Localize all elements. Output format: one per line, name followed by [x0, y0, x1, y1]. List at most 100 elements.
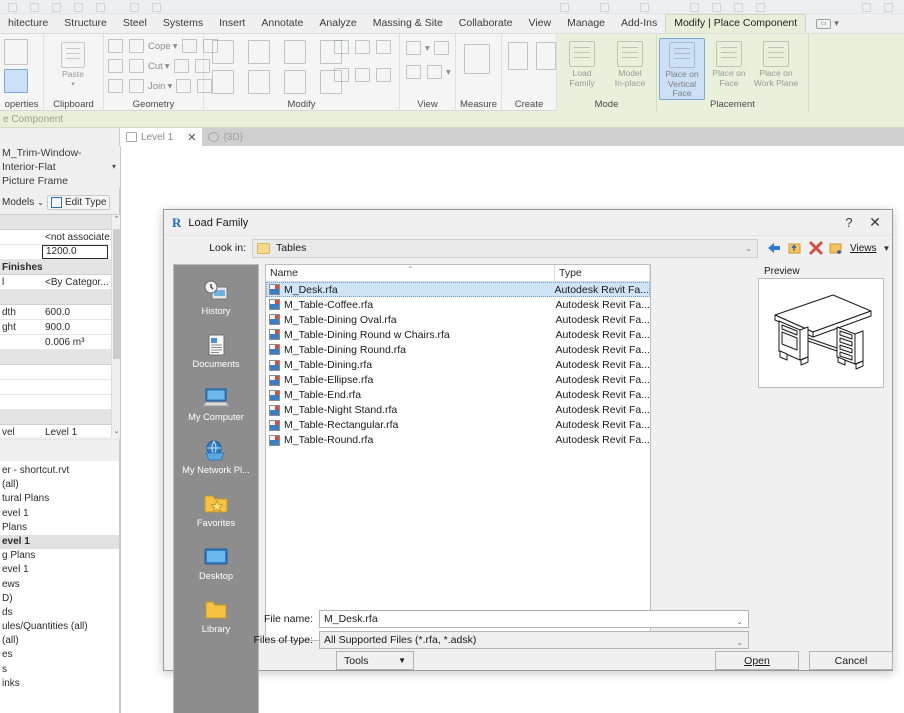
- properties-palette-icon[interactable]: [4, 69, 28, 93]
- list-item[interactable]: er - shortcut.rvt: [0, 464, 119, 478]
- tab-collaborate[interactable]: Collaborate: [451, 14, 521, 33]
- join-icon[interactable]: [129, 79, 144, 93]
- place-desktop[interactable]: Desktop: [174, 530, 258, 583]
- table-row[interactable]: M_Desk.rfa Autodesk Revit Fa...: [266, 282, 650, 297]
- list-item[interactable]: tural Plans: [0, 492, 119, 506]
- dialog-title-bar[interactable]: R Load Family ? ✕: [164, 210, 892, 236]
- load-family-button[interactable]: Load Family: [559, 38, 605, 88]
- table-row[interactable]: M_Table-Dining Oval.rfa Autodesk Revit F…: [266, 312, 650, 327]
- chevron-down-icon[interactable]: ▾: [112, 160, 116, 174]
- qat-icon[interactable]: [96, 3, 105, 12]
- model-in-place-button[interactable]: Model In-place: [607, 38, 653, 88]
- help-button[interactable]: ?: [836, 212, 862, 234]
- list-item[interactable]: evel 1: [0, 563, 119, 577]
- table-row[interactable]: M_Table-Round.rfa Autodesk Revit Fa...: [266, 433, 650, 448]
- table-row[interactable]: 1200.0: [0, 245, 120, 260]
- list-item-selected[interactable]: evel 1: [0, 535, 119, 549]
- list-item[interactable]: inks: [0, 677, 119, 691]
- list-item[interactable]: ules/Quantities (all): [0, 620, 119, 634]
- properties-type-selector[interactable]: M_Trim-Window- Interior-Flat Picture Fra…: [0, 146, 120, 188]
- list-item[interactable]: es: [0, 648, 119, 662]
- list-item[interactable]: evel 1: [0, 507, 119, 521]
- table-row[interactable]: 0.006 m³: [0, 335, 120, 350]
- align-icon[interactable]: [212, 40, 234, 64]
- unpin-icon[interactable]: [355, 40, 370, 54]
- cut-geometry-icon[interactable]: [108, 39, 123, 53]
- scale-icon[interactable]: [355, 68, 370, 82]
- table-row[interactable]: <not associate...: [0, 230, 120, 245]
- place-on-work-plane-button[interactable]: Place on Work Plane: [753, 38, 799, 88]
- chevron-down-icon[interactable]: ⌄: [745, 244, 752, 253]
- chevron-down-icon[interactable]: ▼: [883, 244, 891, 253]
- back-arrow-icon[interactable]: [766, 241, 782, 255]
- qat-icon[interactable]: [560, 3, 569, 12]
- list-item[interactable]: D): [0, 592, 119, 606]
- place-on-vertical-face-button[interactable]: Place on Vertical Face: [659, 38, 705, 100]
- delete-icon[interactable]: [809, 241, 823, 255]
- views-dropdown-label[interactable]: Views: [850, 243, 877, 254]
- list-item[interactable]: ds: [0, 606, 119, 620]
- scope-box-icon[interactable]: [406, 65, 421, 79]
- qat-icon[interactable]: [756, 3, 765, 12]
- qat-icon[interactable]: [690, 3, 699, 12]
- list-item[interactable]: g Plans: [0, 549, 119, 563]
- tab-add-ins[interactable]: Add-Ins: [613, 14, 665, 33]
- tab-manage[interactable]: Manage: [559, 14, 613, 33]
- properties-category[interactable]: Models ⌄: [2, 197, 44, 208]
- qat-icon[interactable]: [74, 3, 83, 12]
- qat-icon[interactable]: [52, 3, 61, 12]
- table-row[interactable]: M_Table-Coffee.rfa Autodesk Revit Fa...: [266, 297, 650, 312]
- cancel-button[interactable]: Cancel: [809, 651, 893, 670]
- qat-icon[interactable]: [640, 3, 649, 12]
- properties-group-identity[interactable]: ⌃: [0, 350, 120, 365]
- place-my-computer[interactable]: My Computer: [174, 371, 258, 424]
- property-value-active[interactable]: 1200.0: [42, 245, 108, 259]
- close-button[interactable]: ✕: [862, 212, 888, 234]
- qat-icon[interactable]: [30, 3, 39, 12]
- table-row[interactable]: vel Level 1: [0, 425, 120, 440]
- tab-insert[interactable]: Insert: [211, 14, 253, 33]
- list-item[interactable]: (all): [0, 478, 119, 492]
- qat-icon[interactable]: [130, 3, 139, 12]
- properties-group-finishes[interactable]: Finishes ⌃: [0, 260, 120, 275]
- scroll-down-icon[interactable]: ⌄: [112, 427, 121, 438]
- tab-modify-place-component[interactable]: Modify | Place Component: [665, 14, 806, 33]
- create-group-icon[interactable]: [536, 42, 556, 70]
- table-row[interactable]: M_Table-Rectangular.rfa Autodesk Revit F…: [266, 418, 650, 433]
- qat-icon[interactable]: [862, 3, 871, 12]
- reveal-hidden-icon[interactable]: [434, 41, 449, 55]
- delete-icon[interactable]: [376, 68, 391, 82]
- copy-icon[interactable]: [108, 59, 123, 73]
- list-item[interactable]: (all): [0, 634, 119, 648]
- chevron-down-icon[interactable]: ▾: [165, 61, 170, 72]
- chevron-down-icon[interactable]: ▾: [167, 81, 172, 92]
- qat-icon[interactable]: [884, 3, 893, 12]
- files-of-type-select[interactable]: All Supported Files (*.rfa, *.adsk) ⌄: [319, 631, 749, 649]
- ribbon-display-options[interactable]: ▭ ▾: [816, 18, 839, 29]
- qat-icon[interactable]: [600, 3, 609, 12]
- list-item[interactable]: s: [0, 663, 119, 677]
- tab-steel[interactable]: Steel: [115, 14, 155, 33]
- tab-systems[interactable]: Systems: [155, 14, 211, 33]
- group-icon[interactable]: [376, 40, 391, 54]
- copy-to-clipboard-icon[interactable]: [248, 70, 270, 94]
- look-in-combobox[interactable]: Tables ⌄: [252, 239, 758, 258]
- list-item[interactable]: ews: [0, 578, 119, 592]
- tab-structure[interactable]: Structure: [56, 14, 115, 33]
- up-one-level-icon[interactable]: [788, 241, 803, 255]
- qat-icon[interactable]: [734, 3, 743, 12]
- properties-group-dimensions[interactable]: ⌃: [0, 290, 120, 305]
- place-documents[interactable]: Documents: [174, 318, 258, 371]
- chevron-down-icon[interactable]: ▾: [446, 67, 451, 78]
- table-row[interactable]: dth 600.0: [0, 305, 120, 320]
- table-row[interactable]: M_Table-Night Stand.rfa Autodesk Revit F…: [266, 403, 650, 418]
- paste-button[interactable]: Paste ▾: [50, 39, 96, 88]
- scroll-up-icon[interactable]: ⌃: [112, 215, 121, 226]
- cut-icon[interactable]: [129, 59, 144, 73]
- scrollbar-thumb[interactable]: [113, 229, 120, 359]
- chevron-down-icon[interactable]: ▾: [425, 43, 430, 54]
- chevron-down-icon[interactable]: ⌄: [736, 614, 743, 630]
- qat-icon[interactable]: [712, 3, 721, 12]
- place-history[interactable]: History: [174, 265, 258, 318]
- tab-analyze[interactable]: Analyze: [311, 14, 364, 33]
